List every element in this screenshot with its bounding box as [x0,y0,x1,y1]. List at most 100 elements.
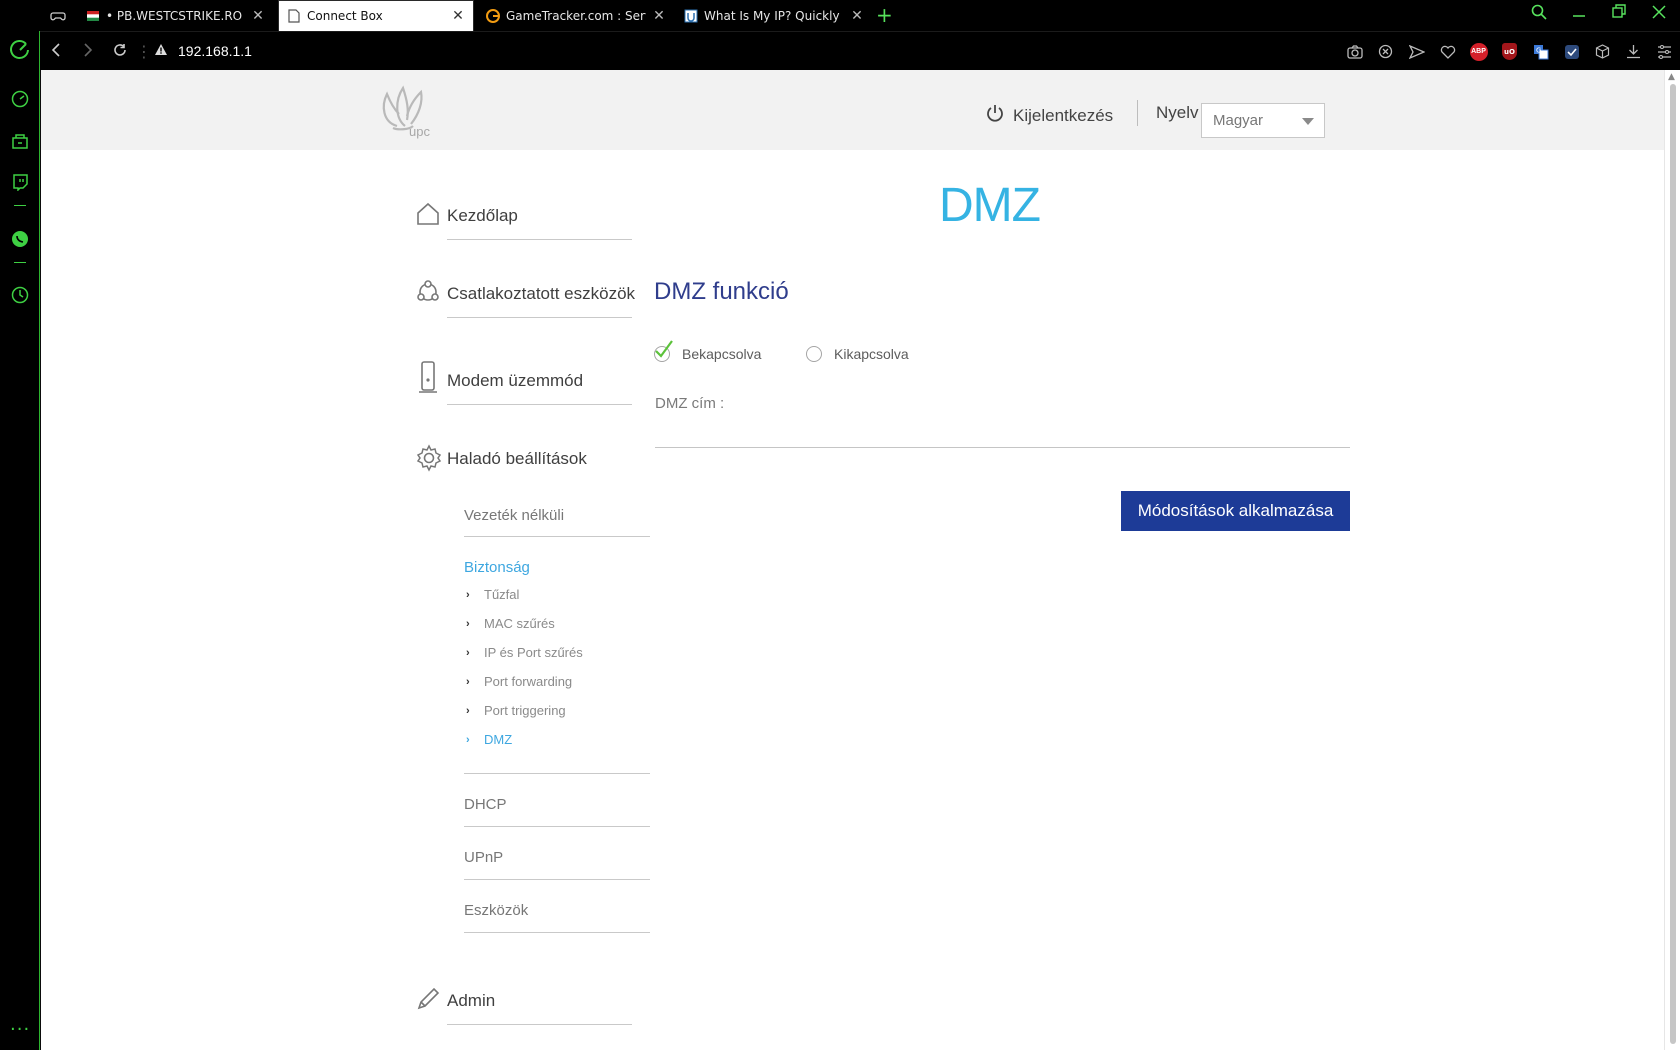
header-divider [1137,100,1138,126]
apply-changes-button[interactable]: Módosítások alkalmazása [1121,491,1350,531]
nav-security-port-forwarding[interactable]: › Port forwarding [466,674,572,689]
nav-label: Modem üzemmód [447,371,584,390]
radio-unchecked-icon [806,346,822,362]
whatsapp-icon[interactable] [10,229,30,249]
tab-close-icon[interactable]: ✕ [451,8,465,24]
tab-whatismyip[interactable]: What Is My IP? Quickly See ✕ [676,0,872,31]
nav-security-firewall[interactable]: › Tűzfal [466,587,519,602]
browser-sidebar: ··· [0,31,40,1050]
back-icon[interactable] [40,42,72,61]
nav-subitem-upnp[interactable]: UPnP [464,849,650,866]
nav-label: Haladó beállítások [447,449,587,468]
chevron-right-icon: › [466,704,470,717]
whatismyip-favicon-icon [684,9,698,23]
url-field[interactable]: 192.168.1.1 [178,43,252,59]
tab-title: Connect Box [307,9,383,23]
chevron-right-icon: › [466,675,470,688]
nav-security-label: DMZ [484,732,513,747]
cube-icon[interactable] [1587,42,1618,62]
chevron-right-icon: › [466,733,470,746]
nav-divider [464,826,650,827]
nav-security-dmz[interactable]: › DMZ [466,732,512,747]
send-icon[interactable] [1401,42,1432,62]
section-title: DMZ funkció [654,278,789,305]
logout-label: Kijelentkezés [1013,105,1114,125]
adblock-shield-icon[interactable] [1370,42,1401,62]
toolbar-extensions: ABP uO G [1339,32,1680,71]
nav-label: Admin [447,991,496,1010]
sidebar-more-icon[interactable]: ··· [10,1019,30,1040]
dmz-address-label: DMZ cím : [655,395,725,412]
tab-close-icon[interactable]: ✕ [652,8,666,24]
close-window-icon[interactable] [1644,4,1674,24]
radio-disabled[interactable]: Kikapcsolva [806,346,909,362]
scrollbar-thumb[interactable] [1670,84,1676,1044]
nav-divider [447,317,632,318]
warning-icon[interactable] [154,43,168,60]
nav-item-modem-mode[interactable]: Modem üzemmód [415,360,643,410]
logout-button[interactable]: Kijelentkezés [985,103,1113,128]
document-icon [287,9,301,23]
nav-security-mac-filter[interactable]: › MAC szűrés [466,616,555,631]
tab-title: GameTracker.com : Servers [506,8,646,23]
opera-gx-logo-icon[interactable] [9,39,31,61]
power-icon [985,103,1005,128]
language-value: Magyar [1213,112,1264,129]
nav-divider [464,773,650,774]
camera-icon[interactable] [1339,42,1370,62]
sidebar-separator [14,262,26,263]
language-select[interactable]: Magyar [1201,103,1325,138]
nav-divider [447,404,632,405]
tab-gametracker[interactable]: GameTracker.com : Servers ✕ [478,0,674,31]
tab-westcstrike[interactable]: • PB.WESTCSTRIKE.RO @ Pl ✕ [78,0,273,31]
history-clock-icon[interactable] [10,285,30,305]
abp-icon[interactable]: ABP [1463,42,1494,62]
chevron-right-icon: › [466,617,470,630]
chevron-right-icon: › [466,588,470,601]
twitch-icon[interactable] [10,172,30,192]
nav-divider [464,536,650,537]
minimize-icon[interactable] [1564,4,1594,24]
page-scrollbar[interactable]: ▲ [1664,70,1680,1050]
speedometer-icon[interactable] [10,89,30,109]
nav-subitem-security[interactable]: Biztonság [464,559,650,576]
reload-icon[interactable] [104,42,136,61]
nav-subitem-dhcp[interactable]: DHCP [464,796,650,813]
upc-logo-text: upc [409,124,430,139]
new-tab-button[interactable]: + [876,4,893,26]
easy-setup-menu-icon[interactable] [1649,42,1680,62]
nav-divider [447,239,632,240]
download-icon[interactable] [1618,42,1649,62]
nav-subitem-wireless[interactable]: Vezeték nélküli [464,507,650,524]
restore-icon[interactable] [1604,4,1634,24]
tab-close-icon[interactable]: ✕ [251,8,265,24]
nav-divider [464,932,650,933]
nav-security-ip-port-filter[interactable]: › IP és Port szűrés [466,645,583,660]
tab-connect-box[interactable]: Connect Box ✕ [278,0,474,31]
checkmark-extension-icon[interactable] [1556,42,1587,62]
sidebar-separator [14,205,26,206]
gamepad-icon[interactable] [50,8,66,24]
ublock-icon[interactable]: uO [1494,42,1525,62]
pencil-icon [415,986,443,1016]
page-title: DMZ [939,179,1041,232]
nav-subitem-tools[interactable]: Eszközök [464,902,650,919]
home-icon [415,201,443,231]
search-tabs-icon[interactable] [1524,4,1554,24]
scroll-up-icon[interactable]: ▲ [1668,72,1675,82]
tab-close-icon[interactable]: ✕ [850,8,864,24]
nav-item-admin[interactable]: Admin [415,980,643,1030]
nav-security-port-triggering[interactable]: › Port triggering [466,703,566,718]
translate-icon[interactable]: G [1525,42,1556,62]
game-store-icon[interactable] [10,131,30,151]
nav-item-advanced-settings[interactable]: Haladó beállítások [415,438,643,488]
radio-enabled[interactable]: Bekapcsolva [654,340,761,362]
easy-setup-icon[interactable]: ⋮ [136,42,152,61]
forward-icon[interactable] [72,42,104,61]
nav-item-connected-devices[interactable]: Csatlakoztatott eszközök [415,273,643,323]
nav-divider [464,879,650,880]
nav-item-home[interactable]: Kezdőlap [415,195,643,245]
radio-label: Kikapcsolva [834,346,909,362]
dmz-address-input[interactable] [655,418,1350,448]
heart-icon[interactable] [1432,42,1463,62]
